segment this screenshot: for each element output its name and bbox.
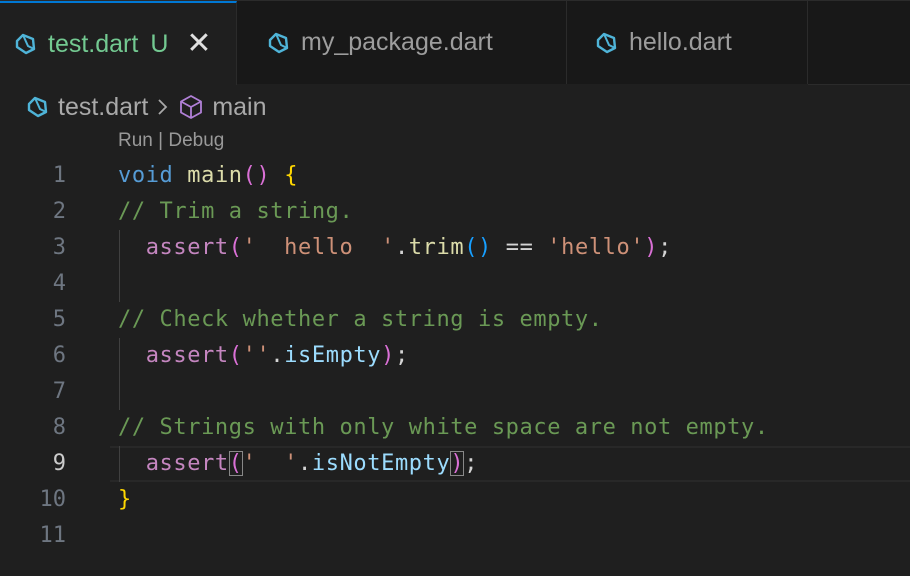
code-token: assert — [145, 343, 229, 368]
indent-guide — [119, 374, 120, 410]
code-token: // Strings with only white space are not… — [118, 415, 769, 440]
tab-label: my_package.dart — [301, 28, 493, 56]
code-token: 'hello' — [547, 235, 645, 260]
tab-test-dart[interactable]: test.dart U ✕ — [0, 1, 237, 85]
code-line[interactable]: 2 // Trim a string. — [0, 194, 910, 230]
code-token: ' hello ' — [242, 235, 395, 260]
code-line[interactable]: 1 void main() { — [0, 158, 910, 194]
code-token: // Check whether a string is empty. — [118, 307, 603, 332]
code-token: ; — [394, 343, 409, 368]
line-number: 6 — [52, 343, 66, 368]
code-token: ( — [228, 451, 243, 476]
dart-file-icon — [595, 32, 617, 54]
line-number: 7 — [52, 379, 66, 404]
breadcrumb-symbol[interactable]: main — [212, 93, 266, 122]
code-token: isNotEmpty — [311, 451, 451, 476]
close-icon[interactable]: ✕ — [186, 29, 211, 59]
dart-file-icon — [267, 32, 289, 54]
code-text: assert(' '.isNotEmpty); — [118, 446, 478, 482]
code-text: assert(' hello '.trim() == 'hello'); — [118, 230, 672, 266]
code-text: void main() { — [118, 158, 298, 194]
code-text: // Check whether a string is empty. — [118, 302, 603, 338]
tab-label: test.dart — [48, 29, 139, 58]
code-text: } — [118, 482, 132, 518]
tab-label: hello.dart — [629, 28, 732, 56]
line-number: 3 — [52, 235, 66, 260]
code-line[interactable]: 5 // Check whether a string is empty. — [0, 302, 910, 338]
code-token: } — [118, 487, 132, 512]
code-token: ) — [450, 451, 465, 476]
breadcrumb: test.dart main — [0, 84, 910, 130]
breadcrumb-file[interactable]: test.dart — [58, 93, 148, 122]
codelens-run-debug[interactable]: Run | Debug — [118, 130, 224, 152]
code-text: assert(''.isEmpty); — [118, 338, 409, 374]
code-text: // Strings with only white space are not… — [118, 410, 769, 446]
code-token: '' — [242, 343, 271, 368]
code-line[interactable]: 6 assert(''.isEmpty); — [0, 338, 910, 374]
code-line[interactable]: 11 — [0, 518, 910, 554]
code-token: ' ' — [242, 451, 299, 476]
code-token: ( — [228, 235, 243, 260]
code-token: () — [242, 163, 271, 188]
code-line[interactable]: 3 assert(' hello '.trim() == 'hello'); — [0, 230, 910, 266]
line-number: 1 — [52, 163, 66, 188]
code-token: . — [298, 451, 312, 476]
line-number: 4 — [52, 271, 66, 296]
code-line[interactable]: 7 — [0, 374, 910, 410]
untracked-badge: U — [150, 29, 169, 58]
tab-my-package-dart[interactable]: my_package.dart — [237, 1, 567, 84]
code-token: ( — [228, 343, 243, 368]
line-number: 8 — [52, 415, 66, 440]
code-token: assert — [145, 235, 229, 260]
code-token: trim — [408, 235, 465, 260]
line-number: 11 — [39, 523, 67, 548]
code-token: . — [394, 235, 409, 260]
code-token: () — [464, 235, 492, 260]
code-token: // Trim a string. — [118, 199, 354, 224]
line-number: 10 — [39, 487, 67, 512]
code-token: isEmpty — [284, 343, 382, 368]
code-line[interactable]: 4 — [0, 266, 910, 302]
code-editor[interactable]: 1 void main() {2// Trim a string. 3 assert… — [0, 158, 910, 554]
tab-hello-dart[interactable]: hello.dart — [567, 1, 808, 84]
dart-file-icon — [14, 33, 36, 55]
code-line[interactable]: 9 assert(' '.isNotEmpty); — [0, 446, 910, 482]
line-number: 2 — [52, 199, 66, 224]
code-token: ) — [644, 235, 659, 260]
dart-file-icon — [26, 96, 48, 118]
tab-bar-empty-area — [808, 1, 910, 85]
code-token: ) — [381, 343, 395, 368]
line-number: 5 — [52, 307, 66, 332]
line-number: 9 — [52, 451, 66, 476]
code-token: assert — [145, 451, 229, 476]
code-token: { — [284, 163, 299, 188]
code-token: ; — [464, 451, 479, 476]
code-line[interactable]: 10} — [0, 482, 910, 518]
code-text: // Trim a string. — [118, 194, 353, 230]
code-token: . — [270, 343, 285, 368]
indent-guide — [119, 266, 120, 302]
code-token: == — [491, 235, 548, 260]
method-cube-icon — [178, 94, 204, 120]
code-token: main — [187, 163, 243, 188]
code-line[interactable]: 8 // Strings with only white space are no… — [0, 410, 910, 446]
code-token: void — [118, 163, 174, 188]
tab-bar: test.dart U ✕ my_package.dart hello.dart — [0, 0, 910, 85]
code-token: ; — [658, 235, 672, 260]
chevron-right-icon — [156, 97, 170, 117]
